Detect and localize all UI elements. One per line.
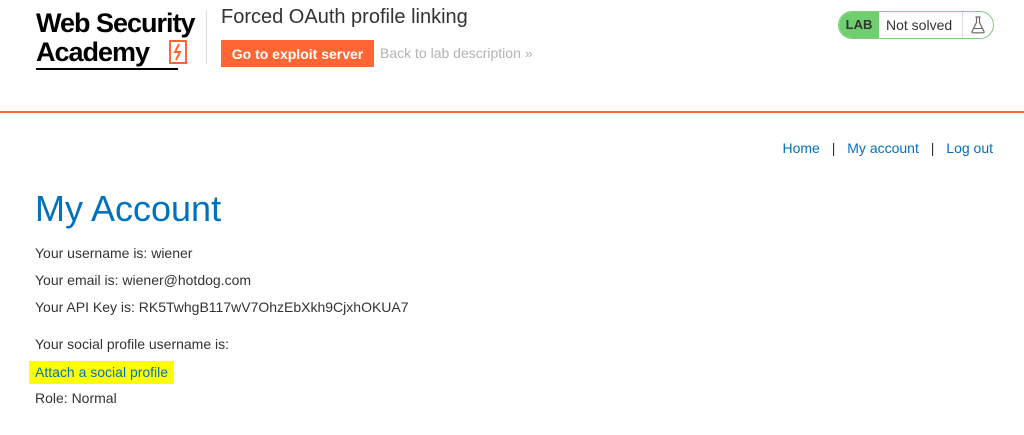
back-to-lab-description-link[interactable]: Back to lab description» xyxy=(380,45,533,61)
header-divider xyxy=(206,10,207,64)
header-orange-rule xyxy=(0,111,1024,113)
flask-icon xyxy=(971,16,985,34)
role-info: Role: Normal xyxy=(35,390,117,406)
page-title: My Account xyxy=(35,188,222,229)
social-profile-info: Your social profile username is: xyxy=(35,336,230,352)
logo-line-1: Web Security xyxy=(36,8,196,38)
site-header: Web Security Academy Forced OAuth profil… xyxy=(0,0,1024,112)
go-to-exploit-server-button[interactable]: Go to exploit server xyxy=(221,40,374,67)
back-link-label: Back to lab description xyxy=(380,45,521,61)
nav-separator: | xyxy=(831,140,836,156)
nav-log-out-link[interactable]: Log out xyxy=(946,140,993,156)
attach-social-profile-link[interactable]: Attach a social profile xyxy=(29,361,175,384)
api-key-info: Your API Key is: RK5TwhgB117wV7OhzEbXkh9… xyxy=(35,299,409,315)
logo-line-2: Academy xyxy=(36,37,150,67)
flask-icon-button[interactable] xyxy=(962,12,993,38)
nav-my-account-link[interactable]: My account xyxy=(847,140,919,156)
nav-home-link[interactable]: Home xyxy=(782,140,819,156)
logo-underline xyxy=(36,68,178,70)
email-info: Your email is: wiener@hotdog.com xyxy=(35,272,252,288)
top-nav: Home | My account | Log out xyxy=(782,140,993,156)
lab-status-badge: LAB Not solved xyxy=(838,11,994,39)
lab-title: Forced OAuth profile linking xyxy=(221,6,468,28)
lab-state-text: Not solved xyxy=(886,17,953,33)
web-security-academy-logo[interactable]: Web Security Academy xyxy=(36,9,196,73)
lab-tag: LAB xyxy=(839,12,879,38)
logo-bolt-icon xyxy=(169,40,187,64)
nav-separator: | xyxy=(930,140,935,156)
double-chevron-right-icon: » xyxy=(524,45,533,61)
username-info: Your username is: wiener xyxy=(35,245,193,261)
